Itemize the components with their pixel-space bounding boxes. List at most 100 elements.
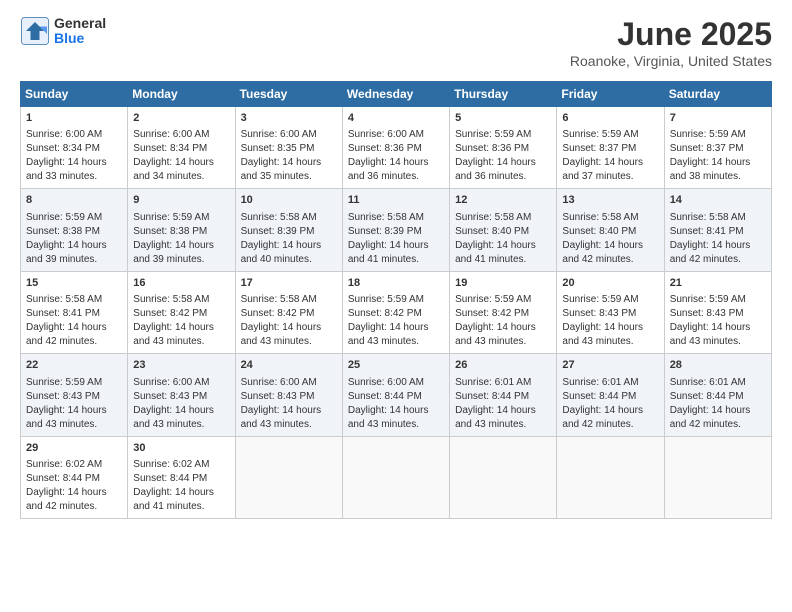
sunrise-text: Sunrise: 5:58 AM	[562, 212, 638, 223]
sunrise-text: Sunrise: 6:00 AM	[348, 129, 424, 140]
calendar-header: Sunday Monday Tuesday Wednesday Thursday…	[21, 82, 772, 107]
sunrise-text: Sunrise: 5:58 AM	[670, 212, 746, 223]
daylight-text: Daylight: 14 hours and 43 minutes.	[133, 405, 214, 430]
day-number: 16	[133, 276, 229, 291]
day-number: 11	[348, 193, 444, 208]
sunrise-text: Sunrise: 5:59 AM	[562, 294, 638, 305]
sunrise-text: Sunrise: 6:01 AM	[670, 377, 746, 388]
calendar-cell: 5 Sunrise: 5:59 AM Sunset: 8:36 PM Dayli…	[450, 107, 557, 189]
calendar-cell: 26 Sunrise: 6:01 AM Sunset: 8:44 PM Dayl…	[450, 354, 557, 436]
daylight-text: Daylight: 14 hours and 43 minutes.	[241, 322, 322, 347]
sunrise-text: Sunrise: 5:58 AM	[241, 294, 317, 305]
daylight-text: Daylight: 14 hours and 38 minutes.	[670, 157, 751, 182]
daylight-text: Daylight: 14 hours and 34 minutes.	[133, 157, 214, 182]
day-number: 18	[348, 276, 444, 291]
day-number: 30	[133, 441, 229, 456]
sunset-text: Sunset: 8:34 PM	[26, 143, 100, 154]
calendar-week-4: 22 Sunrise: 5:59 AM Sunset: 8:43 PM Dayl…	[21, 354, 772, 436]
calendar-week-2: 8 Sunrise: 5:59 AM Sunset: 8:38 PM Dayli…	[21, 189, 772, 271]
daylight-text: Daylight: 14 hours and 43 minutes.	[455, 405, 536, 430]
calendar-cell: 20 Sunrise: 5:59 AM Sunset: 8:43 PM Dayl…	[557, 271, 664, 353]
calendar-cell: 3 Sunrise: 6:00 AM Sunset: 8:35 PM Dayli…	[235, 107, 342, 189]
day-number: 17	[241, 276, 337, 291]
title-block: June 2025 Roanoke, Virginia, United Stat…	[570, 16, 772, 69]
daylight-text: Daylight: 14 hours and 36 minutes.	[455, 157, 536, 182]
calendar-cell	[664, 436, 771, 518]
day-number: 27	[562, 358, 658, 373]
daylight-text: Daylight: 14 hours and 42 minutes.	[562, 240, 643, 265]
logo-icon	[20, 16, 50, 46]
day-number: 2	[133, 111, 229, 126]
col-friday: Friday	[557, 82, 664, 107]
sunset-text: Sunset: 8:36 PM	[455, 143, 529, 154]
calendar-cell: 17 Sunrise: 5:58 AM Sunset: 8:42 PM Dayl…	[235, 271, 342, 353]
calendar-cell: 11 Sunrise: 5:58 AM Sunset: 8:39 PM Dayl…	[342, 189, 449, 271]
day-number: 7	[670, 111, 766, 126]
daylight-text: Daylight: 14 hours and 42 minutes.	[26, 322, 107, 347]
sunset-text: Sunset: 8:44 PM	[348, 391, 422, 402]
sunrise-text: Sunrise: 5:59 AM	[348, 294, 424, 305]
day-number: 19	[455, 276, 551, 291]
daylight-text: Daylight: 14 hours and 43 minutes.	[455, 322, 536, 347]
sunrise-text: Sunrise: 6:00 AM	[241, 377, 317, 388]
day-number: 25	[348, 358, 444, 373]
daylight-text: Daylight: 14 hours and 43 minutes.	[562, 322, 643, 347]
day-number: 10	[241, 193, 337, 208]
location: Roanoke, Virginia, United States	[570, 53, 772, 69]
day-number: 20	[562, 276, 658, 291]
daylight-text: Daylight: 14 hours and 42 minutes.	[26, 487, 107, 512]
sunset-text: Sunset: 8:39 PM	[348, 226, 422, 237]
sunset-text: Sunset: 8:42 PM	[241, 308, 315, 319]
sunrise-text: Sunrise: 5:59 AM	[455, 129, 531, 140]
day-number: 15	[26, 276, 122, 291]
calendar-cell	[450, 436, 557, 518]
day-number: 9	[133, 193, 229, 208]
daylight-text: Daylight: 14 hours and 41 minutes.	[455, 240, 536, 265]
daylight-text: Daylight: 14 hours and 43 minutes.	[26, 405, 107, 430]
calendar-cell	[235, 436, 342, 518]
daylight-text: Daylight: 14 hours and 43 minutes.	[348, 322, 429, 347]
daylight-text: Daylight: 14 hours and 42 minutes.	[562, 405, 643, 430]
day-number: 4	[348, 111, 444, 126]
sunset-text: Sunset: 8:44 PM	[670, 391, 744, 402]
col-thursday: Thursday	[450, 82, 557, 107]
calendar-cell: 6 Sunrise: 5:59 AM Sunset: 8:37 PM Dayli…	[557, 107, 664, 189]
daylight-text: Daylight: 14 hours and 42 minutes.	[670, 240, 751, 265]
sunset-text: Sunset: 8:44 PM	[455, 391, 529, 402]
calendar-week-3: 15 Sunrise: 5:58 AM Sunset: 8:41 PM Dayl…	[21, 271, 772, 353]
day-number: 24	[241, 358, 337, 373]
sunrise-text: Sunrise: 6:01 AM	[562, 377, 638, 388]
sunrise-text: Sunrise: 5:58 AM	[455, 212, 531, 223]
col-monday: Monday	[128, 82, 235, 107]
sunset-text: Sunset: 8:42 PM	[133, 308, 207, 319]
calendar-cell: 21 Sunrise: 5:59 AM Sunset: 8:43 PM Dayl…	[664, 271, 771, 353]
sunrise-text: Sunrise: 5:59 AM	[26, 212, 102, 223]
sunrise-text: Sunrise: 6:00 AM	[241, 129, 317, 140]
sunrise-text: Sunrise: 6:02 AM	[133, 459, 209, 470]
sunset-text: Sunset: 8:42 PM	[348, 308, 422, 319]
sunrise-text: Sunrise: 6:00 AM	[133, 377, 209, 388]
sunset-text: Sunset: 8:36 PM	[348, 143, 422, 154]
day-number: 13	[562, 193, 658, 208]
sunrise-text: Sunrise: 5:59 AM	[670, 294, 746, 305]
daylight-text: Daylight: 14 hours and 39 minutes.	[133, 240, 214, 265]
day-number: 8	[26, 193, 122, 208]
day-number: 3	[241, 111, 337, 126]
calendar-cell: 22 Sunrise: 5:59 AM Sunset: 8:43 PM Dayl…	[21, 354, 128, 436]
logo-blue-text: Blue	[54, 31, 106, 46]
day-number: 12	[455, 193, 551, 208]
calendar-week-1: 1 Sunrise: 6:00 AM Sunset: 8:34 PM Dayli…	[21, 107, 772, 189]
sunset-text: Sunset: 8:40 PM	[455, 226, 529, 237]
daylight-text: Daylight: 14 hours and 36 minutes.	[348, 157, 429, 182]
day-number: 28	[670, 358, 766, 373]
day-number: 21	[670, 276, 766, 291]
calendar-cell: 19 Sunrise: 5:59 AM Sunset: 8:42 PM Dayl…	[450, 271, 557, 353]
logo: General Blue	[20, 16, 106, 47]
sunrise-text: Sunrise: 6:00 AM	[26, 129, 102, 140]
daylight-text: Daylight: 14 hours and 43 minutes.	[348, 405, 429, 430]
calendar-cell	[342, 436, 449, 518]
calendar-cell: 1 Sunrise: 6:00 AM Sunset: 8:34 PM Dayli…	[21, 107, 128, 189]
calendar-cell: 7 Sunrise: 5:59 AM Sunset: 8:37 PM Dayli…	[664, 107, 771, 189]
col-saturday: Saturday	[664, 82, 771, 107]
sunset-text: Sunset: 8:39 PM	[241, 226, 315, 237]
